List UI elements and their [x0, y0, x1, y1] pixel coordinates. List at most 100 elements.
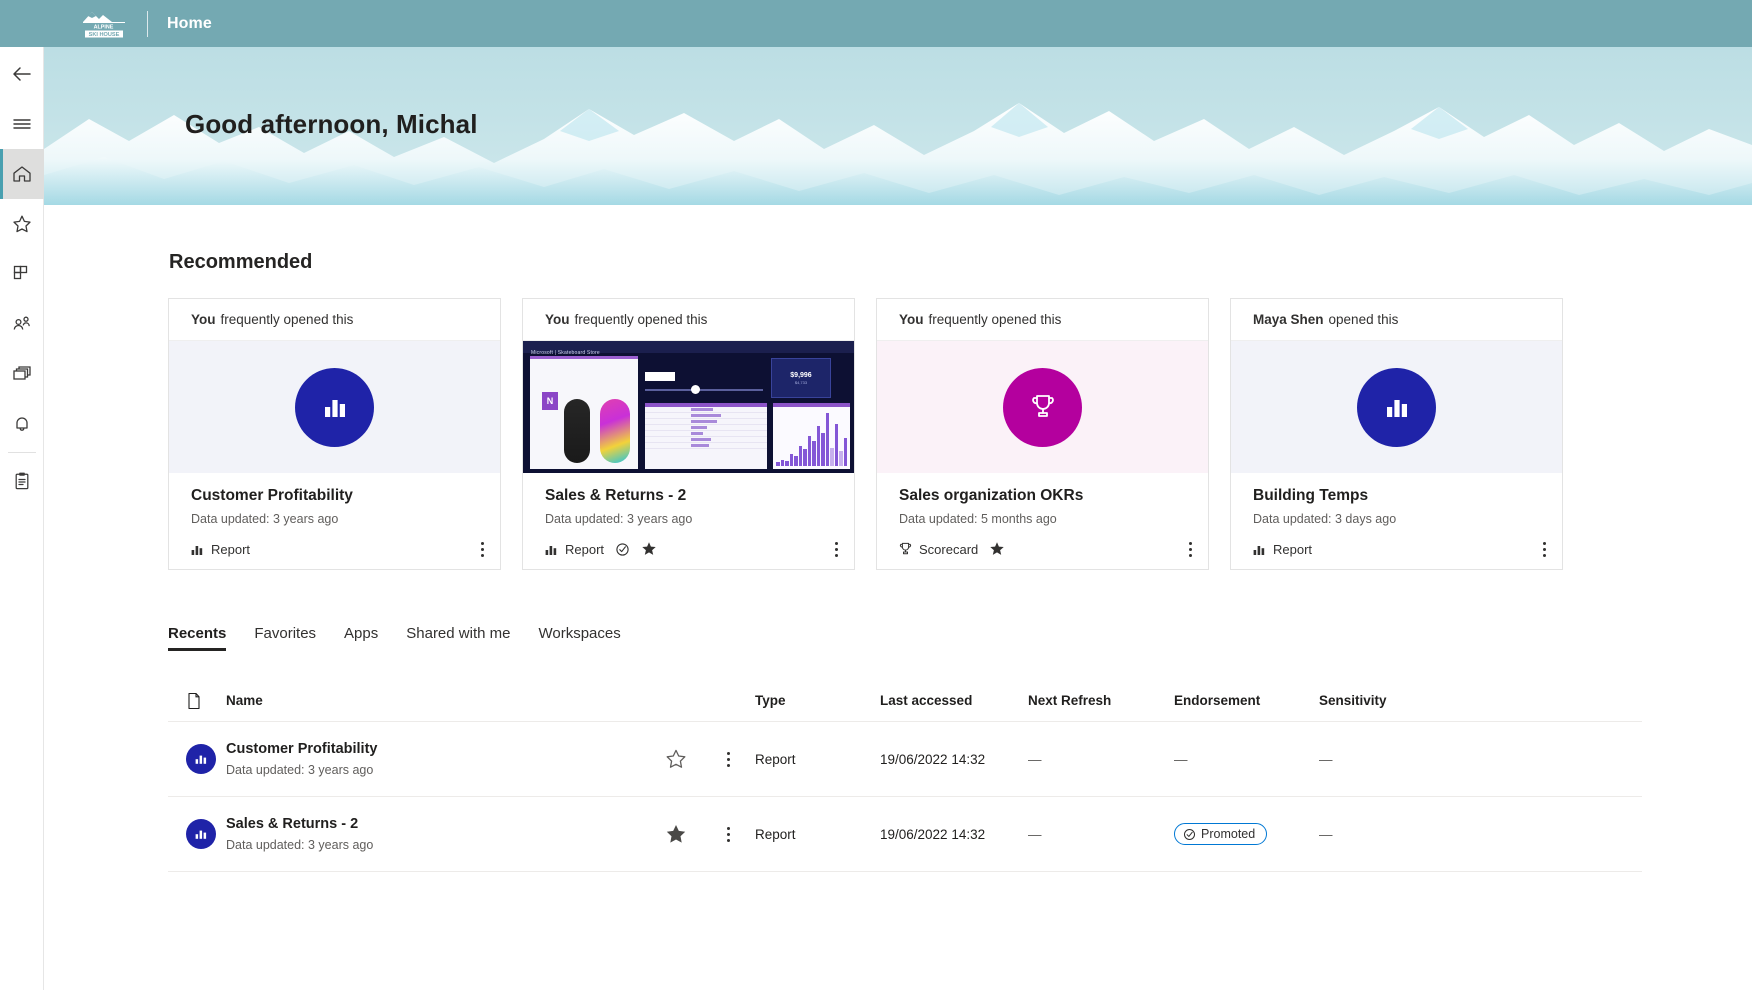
logo-mountain-icon: ALPINE SKI HOUSE — [83, 11, 125, 38]
card-more-button[interactable] — [835, 541, 838, 557]
card-reason: You frequently opened this — [877, 299, 1208, 341]
table-header-row: Name Type Last accessed Next Refresh End… — [168, 680, 1642, 722]
card-more-button[interactable] — [1543, 542, 1546, 557]
row-type-icon — [168, 744, 226, 774]
report-icon — [195, 755, 207, 764]
apps-grid-icon — [13, 265, 27, 280]
card-body: Sales & Returns - 2 Data updated: 3 year… — [523, 473, 854, 569]
card-title: Sales organization OKRs — [899, 487, 1084, 504]
card-reason: You frequently opened this — [523, 299, 854, 341]
sidebar-item-favorites[interactable] — [0, 199, 44, 249]
card-reason: You frequently opened this — [169, 299, 500, 341]
favorites-star-icon — [642, 542, 656, 555]
row-more-button[interactable] — [702, 751, 755, 767]
card-footer: Scorecard — [899, 541, 1192, 557]
card-thumbnail — [877, 341, 1208, 473]
card-favorite-button[interactable] — [989, 541, 1005, 557]
card-more-button[interactable] — [1189, 541, 1192, 557]
row-title: Sales & Returns - 2 — [226, 816, 359, 832]
column-header-next-refresh[interactable]: Next Refresh — [1028, 693, 1174, 708]
kebab-icon — [1189, 541, 1192, 557]
status-badge[interactable]: Promoted — [1174, 823, 1268, 845]
row-subtitle: Data updated: 3 years ago — [226, 763, 374, 777]
card-footer: Report — [1253, 542, 1546, 557]
favorites-star-icon — [990, 542, 1004, 555]
card-reason-actor: You — [191, 312, 216, 327]
favorites-star-icon — [12, 215, 31, 233]
nav-hamburger-button[interactable] — [0, 99, 44, 149]
svg-text:ALPINE: ALPINE — [94, 24, 114, 30]
card-updated: Data updated: 3 days ago — [1253, 512, 1397, 526]
sidebar-item-shared-with-me[interactable] — [0, 299, 44, 349]
card-reason-actor: Maya Shen — [1253, 312, 1324, 327]
card-reason-text: frequently opened this — [574, 312, 708, 327]
column-header-name[interactable]: Name — [226, 693, 650, 708]
report-badge — [295, 367, 374, 447]
recents-table: Name Type Last accessed Next Refresh End… — [168, 680, 1642, 872]
promoted-check-icon — [1183, 828, 1196, 840]
column-header-icon[interactable] — [168, 692, 226, 710]
row-type-icon — [168, 819, 226, 849]
tab-workspaces[interactable]: Workspaces — [524, 625, 634, 651]
card-type-label: Report — [565, 541, 605, 557]
card-reason-text: frequently opened this — [220, 312, 354, 327]
card-type-label: Report — [211, 542, 251, 557]
card-thumbnail: Microsoft | Skateboard Store N $9,996 $4… — [523, 341, 854, 473]
nav-back-button[interactable] — [0, 49, 44, 99]
sidebar-item-notifications[interactable] — [0, 399, 44, 449]
recommended-card[interactable]: You frequently opened this Sales organiz… — [876, 298, 1209, 570]
shared-people-icon — [13, 316, 30, 330]
column-header-sensitivity[interactable]: Sensitivity — [1319, 693, 1469, 708]
favorites-star-icon — [666, 825, 686, 843]
card-footer: Report — [545, 541, 838, 557]
endorsement-badge — [615, 542, 630, 557]
row-favorite-button[interactable] — [650, 748, 702, 770]
row-name-cell: Customer Profitability Data updated: 3 y… — [226, 741, 650, 777]
recommended-cards: You frequently opened this Customer Prof… — [168, 298, 1563, 570]
card-more-button[interactable] — [481, 542, 484, 557]
card-updated: Data updated: 3 years ago — [191, 512, 339, 526]
row-next-refresh: — — [1028, 826, 1042, 842]
back-arrow-icon — [12, 67, 31, 81]
sidebar-item-home[interactable] — [0, 149, 44, 199]
tab-favorites[interactable]: Favorites — [240, 625, 330, 651]
report-icon — [1386, 400, 1407, 417]
card-type: Report — [545, 542, 604, 557]
card-reason: Maya Shen opened this — [1231, 299, 1562, 341]
alpine-ski-house-logo[interactable]: ALPINE SKI HOUSE — [78, 9, 130, 39]
column-header-endorsement[interactable]: Endorsement — [1174, 693, 1319, 708]
recommended-card[interactable]: You frequently opened this Customer Prof… — [168, 298, 501, 570]
page-title: Home — [167, 14, 212, 32]
row-more-button[interactable] — [702, 826, 755, 842]
report-badge — [1357, 367, 1436, 447]
sidebar-item-workspaces[interactable] — [0, 349, 44, 399]
scorecard-icon — [899, 542, 912, 555]
recommended-card[interactable]: Maya Shen opened this Building Temps Dat… — [1230, 298, 1563, 570]
hero-banner: Good afternoon, Michal — [44, 47, 1752, 205]
card-body: Sales organization OKRs Data updated: 5 … — [877, 473, 1208, 569]
card-title: Building Temps — [1253, 487, 1369, 504]
recommended-card[interactable]: You frequently opened this Microsoft | S… — [522, 298, 855, 570]
card-reason-text: frequently opened this — [928, 312, 1062, 327]
column-header-type[interactable]: Type — [755, 693, 880, 708]
power-bi-home: ALPINE SKI HOUSE Home Good afternoon, Mi… — [0, 0, 1752, 990]
tab-shared-with-me[interactable]: Shared with me — [392, 625, 524, 651]
home-icon — [12, 166, 31, 182]
column-header-last-accessed[interactable]: Last accessed — [880, 693, 1028, 708]
favorites-star-icon — [666, 749, 686, 768]
row-favorite-button[interactable] — [650, 823, 702, 845]
row-subtitle: Data updated: 3 years ago — [226, 838, 374, 852]
sidebar-item-apps[interactable] — [0, 249, 44, 299]
row-sensitivity: — — [1319, 751, 1333, 767]
card-thumbnail — [169, 341, 500, 473]
table-row[interactable]: Customer Profitability Data updated: 3 y… — [168, 722, 1642, 797]
trophy-icon — [1031, 395, 1054, 417]
sidebar-item-metrics[interactable] — [0, 456, 44, 506]
card-favorite-button[interactable] — [641, 541, 657, 557]
tab-recents[interactable]: Recents — [168, 625, 240, 651]
report-icon — [324, 400, 345, 417]
table-row[interactable]: Sales & Returns - 2 Data updated: 3 year… — [168, 797, 1642, 872]
card-type: Report — [1253, 542, 1312, 557]
tab-apps[interactable]: Apps — [330, 625, 392, 651]
card-footer: Report — [191, 542, 484, 557]
